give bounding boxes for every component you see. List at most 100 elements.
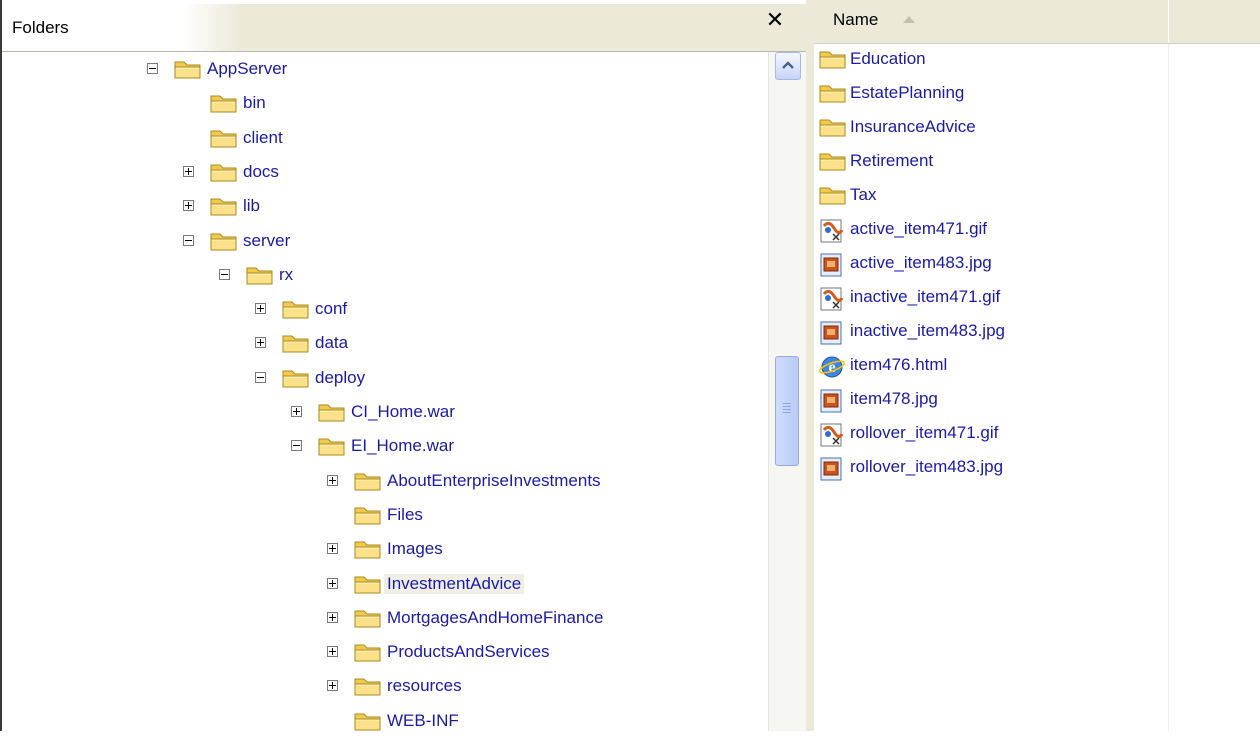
expand-plus-icon[interactable] (327, 474, 338, 486)
file-name: inactive_item471.gif (850, 287, 1001, 306)
folder-icon (281, 332, 311, 354)
tree-item-label: AppServer (207, 59, 288, 78)
tree-item-label: WEB-INF (387, 710, 459, 730)
thumb-grip-icon (783, 401, 791, 413)
jpg-file-icon (818, 388, 848, 413)
folders-pane-header: Folders ✕ (2, 4, 806, 52)
tree-item-label: rx (279, 264, 294, 284)
sort-ascending-icon (903, 16, 915, 23)
collapse-minus-icon[interactable] (183, 234, 194, 246)
folder-icon (281, 367, 311, 389)
gif-file-icon (818, 218, 848, 243)
file-list: Education EstatePlanning InsuranceAdvice Re… (814, 44, 1168, 731)
file-name: active_item471.gif (850, 219, 988, 238)
expand-plus-icon[interactable] (291, 406, 302, 417)
file-name: item476.html (850, 355, 948, 374)
folders-pane-title: Folders (12, 18, 69, 37)
jpg-file-icon (818, 456, 848, 481)
folder-icon (818, 116, 848, 140)
file-list-empty-area (1168, 44, 1260, 731)
tree-item-label: Images (387, 539, 443, 559)
folder-icon (353, 573, 383, 595)
tree-item-label: InvestmentAdvice (384, 573, 525, 594)
folder-icon (353, 504, 383, 526)
collapse-minus-icon[interactable] (291, 440, 302, 452)
tree-item-label: lib (243, 196, 261, 216)
tree-item-label: deploy (315, 367, 366, 387)
file-name: Education (850, 49, 926, 68)
tree-item-label: server (243, 230, 291, 250)
name-column-label: Name (833, 10, 879, 29)
tree-item-label: docs (243, 161, 279, 181)
scroll-up-button[interactable] (775, 52, 801, 80)
folder-icon (353, 470, 383, 492)
tree-item-label: CI_Home.war (351, 402, 455, 421)
expand-plus-icon[interactable] (183, 200, 194, 212)
tree-item-label: Files (387, 504, 423, 524)
file-name: Tax (850, 185, 877, 204)
folder-icon (209, 127, 239, 149)
expand-plus-icon[interactable] (327, 543, 338, 555)
tree-item-label: data (315, 333, 349, 353)
tree-item-label: EI_Home.war (351, 436, 454, 456)
collapse-minus-icon[interactable] (147, 63, 158, 74)
folder-icon (353, 675, 383, 697)
file-name: rollover_item471.gif (850, 423, 999, 442)
scroll-thumb[interactable] (775, 356, 799, 466)
gif-file-icon (818, 422, 848, 447)
folder-icon (818, 150, 848, 174)
name-column-header[interactable]: Name (814, 0, 1169, 43)
tree-item-label: ProductsAndServices (387, 642, 550, 662)
file-name: EstatePlanning (850, 83, 965, 102)
expand-plus-icon[interactable] (255, 303, 266, 315)
close-folders-pane-button[interactable]: ✕ (760, 6, 790, 34)
folder-icon (209, 195, 239, 217)
file-name: Retirement (850, 151, 934, 170)
collapse-minus-icon[interactable] (255, 371, 266, 383)
chevron-up-icon (782, 61, 794, 69)
tree-item-label: AboutEnterpriseInvestments (387, 470, 601, 490)
folder-icon (317, 435, 347, 457)
vertical-scrollbar[interactable] (768, 52, 806, 731)
expand-plus-icon[interactable] (327, 611, 338, 623)
file-name: item478.jpg (850, 389, 938, 408)
file-name: active_item483.jpg (850, 253, 992, 272)
pane-splitter[interactable] (806, 0, 814, 731)
folder-icon (173, 58, 203, 80)
column-divider (1168, 0, 1169, 43)
jpg-file-icon (818, 320, 848, 345)
folder-icon (353, 710, 383, 732)
folder-icon (209, 230, 239, 252)
folder-icon (818, 48, 848, 72)
folder-tree: AppServer bin client docs lib server rx conf dat… (2, 52, 768, 731)
collapse-minus-icon[interactable] (219, 268, 230, 280)
tree-item-label: conf (315, 299, 348, 319)
folder-icon (209, 161, 239, 183)
html-file-icon: e (818, 354, 848, 378)
expand-plus-icon[interactable] (255, 337, 266, 349)
tree-item-label: client (243, 127, 283, 147)
folders-pane: Folders ✕ AppServer bin client docs lib serve… (0, 0, 806, 731)
tree-item-label: MortgagesAndHomeFinance (387, 607, 604, 627)
folder-icon (818, 82, 848, 106)
gif-file-icon (818, 286, 848, 311)
file-name: inactive_item483.jpg (850, 321, 1005, 340)
expand-plus-icon[interactable] (183, 165, 194, 177)
tree-item-label: resources (387, 676, 462, 696)
file-name: rollover_item483.jpg (850, 457, 1004, 476)
folder-icon (818, 184, 848, 208)
column-header-bar: Name (814, 0, 1260, 44)
folder-icon (281, 298, 311, 320)
expand-plus-icon[interactable] (327, 680, 338, 692)
file-name: InsuranceAdvice (850, 117, 976, 136)
file-list-pane: Name Education EstatePlanning InsuranceAdv… (814, 0, 1260, 731)
tree-item-label: bin (243, 93, 266, 113)
folder-icon (353, 641, 383, 663)
folder-icon (209, 92, 239, 114)
jpg-file-icon (818, 252, 848, 277)
close-icon: ✕ (765, 7, 785, 32)
expand-plus-icon[interactable] (327, 577, 338, 589)
expand-plus-icon[interactable] (327, 646, 338, 658)
folder-icon (353, 538, 383, 560)
folder-icon (245, 264, 275, 286)
